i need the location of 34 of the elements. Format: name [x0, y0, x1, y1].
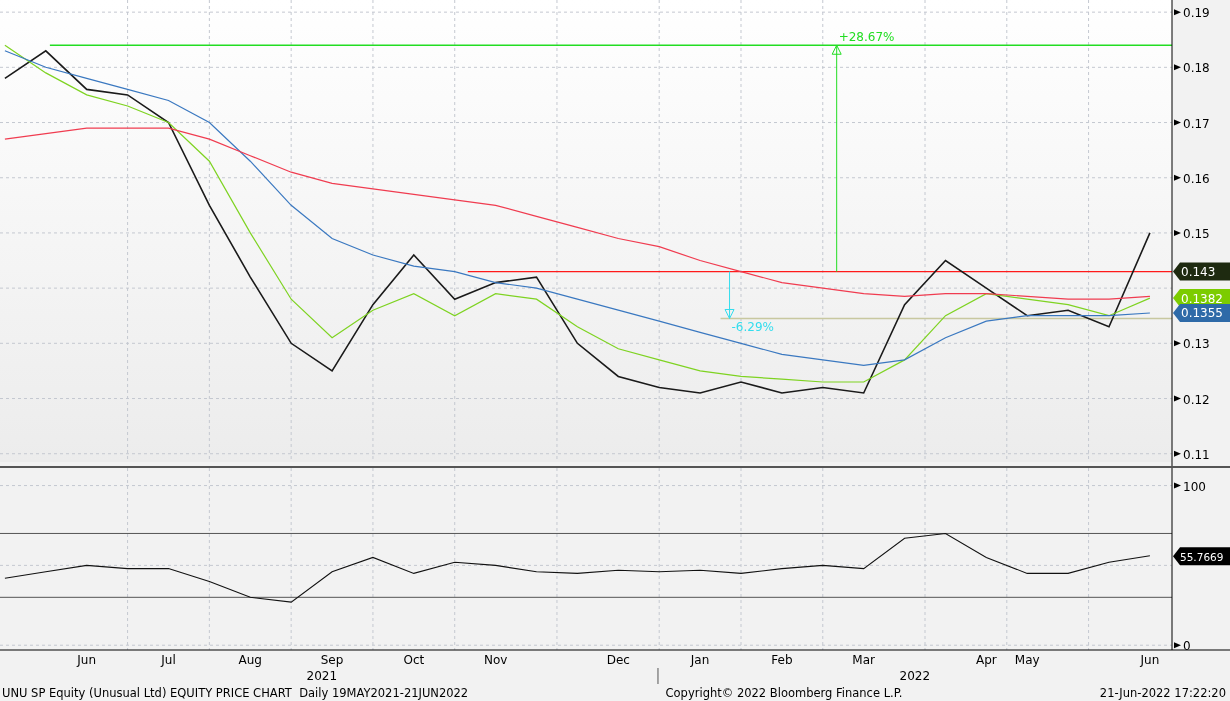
month-label: Jun — [1140, 653, 1160, 667]
month-label: Feb — [771, 653, 793, 667]
axis-label: 0.18 — [1183, 61, 1210, 76]
percent-label: +28.67% — [838, 30, 895, 45]
axis-label: 0.12 — [1183, 392, 1210, 407]
timestamp: 21-Jun-2022 17:22:20 — [1099, 685, 1226, 700]
copyright-text: Copyright© 2022 Bloomberg Finance L.P. — [665, 685, 903, 700]
month-label: Sep — [320, 653, 344, 667]
value-tag: 55.7669 — [1173, 547, 1230, 566]
month-label: Nov — [483, 653, 508, 667]
month-label: Dec — [606, 653, 630, 667]
month-label: Aug — [238, 653, 262, 667]
panel-divider[interactable] — [0, 466, 1230, 468]
chart-title: UNU SP Equity (Unusual Ltd) EQUITY PRICE CHART Daily 19MAY2021-21JUN2022 — [2, 685, 469, 700]
month-label: Oct — [403, 653, 425, 667]
price-tag: 0.143 — [1173, 262, 1230, 281]
axis-label: 0.11 — [1183, 447, 1210, 462]
month-label: Mar — [852, 653, 875, 667]
axis-label: 100 — [1183, 479, 1206, 494]
axis-label: 0 — [1183, 639, 1191, 654]
month-label: Jul — [161, 653, 176, 667]
year-label: 2021 — [306, 669, 338, 683]
month-label: Apr — [975, 653, 997, 667]
axis-label: 0.13 — [1183, 337, 1210, 352]
axis-label: 0.17 — [1183, 116, 1210, 131]
axis-label: 0.19 — [1183, 6, 1210, 21]
axis-label: 0.16 — [1183, 171, 1210, 186]
month-label: Jan — [690, 653, 710, 667]
month-label: Jun — [77, 653, 97, 667]
month-label: May — [1014, 653, 1040, 667]
percent-label: -6.29% — [731, 320, 774, 335]
arrow — [724, 271, 735, 319]
year-label: 2022 — [899, 669, 931, 683]
axis-label: 0.15 — [1183, 226, 1210, 241]
